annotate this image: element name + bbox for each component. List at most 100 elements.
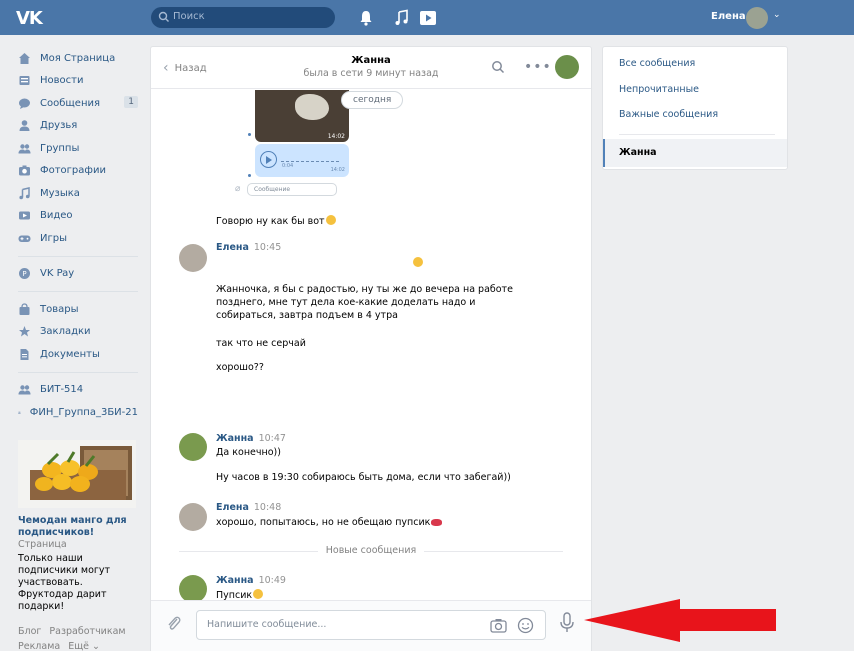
divider	[18, 371, 138, 373]
footer-link-developers[interactable]: Разработчикам	[49, 626, 125, 637]
friends-icon	[19, 120, 30, 132]
message-author[interactable]: Елена 10:48	[216, 502, 281, 513]
sidebar-item[interactable]: ФИН_Группа_3БИ-21	[18, 401, 138, 424]
date-pill: сегодня	[341, 91, 404, 109]
sidebar-item[interactable]: Моя Страница	[18, 47, 138, 70]
music-icon	[19, 186, 30, 200]
avatar[interactable]	[179, 503, 207, 531]
search-input[interactable]: Поиск	[151, 7, 335, 28]
avatar[interactable]	[746, 7, 768, 29]
sidebar-item-label: Видео	[40, 210, 73, 222]
sidebar-item[interactable]: Видео	[18, 205, 138, 228]
sidebar-item[interactable]: Сообщения 1	[18, 92, 138, 115]
sidebar-item-label: Группы	[40, 142, 80, 154]
chat-panel: ‹ Назад Жанна была в сети 9 минут назад …	[150, 46, 592, 651]
waveform[interactable]	[281, 154, 339, 162]
vk-logo[interactable]: VK	[16, 8, 43, 29]
footer-link-blog[interactable]: Блог	[18, 626, 41, 637]
groups-icon	[18, 144, 31, 154]
menu-all-messages[interactable]: Все сообщения	[619, 58, 695, 69]
camera-icon[interactable]	[490, 618, 507, 633]
message-text: хорошо??	[216, 362, 264, 373]
left-nav: Моя Страница Новости Сообщения 1 Друзья Групп…	[18, 47, 138, 424]
message-input[interactable]: Напишите сообщение...	[196, 610, 546, 640]
avatar[interactable]	[179, 244, 207, 272]
sidebar-item-label: БИТ-514	[40, 384, 84, 396]
message-author[interactable]: Жанна 10:49	[216, 575, 286, 586]
search-icon[interactable]	[491, 60, 505, 74]
sidebar-item[interactable]: Фотографии	[18, 160, 138, 183]
menu-important[interactable]: Важные сообщения	[619, 109, 718, 120]
avatar[interactable]	[179, 575, 207, 603]
sidebar-item[interactable]: БИТ-514	[18, 379, 138, 402]
avatar[interactable]	[555, 55, 579, 79]
active-dialog-label: Жанна	[619, 147, 657, 158]
message-author[interactable]: Елена 10:45	[216, 242, 281, 253]
sidebar-item[interactable]: Документы	[18, 343, 138, 366]
embedded-screenshot-input: ⌀ Сообщение	[235, 183, 345, 197]
chevron-down-icon[interactable]: ⌄	[773, 10, 781, 20]
play-icon[interactable]	[419, 9, 437, 27]
new-messages-separator: Новые сообщения	[151, 545, 591, 556]
footer-link-ads[interactable]: Реклама	[18, 641, 60, 651]
vkpay-icon: P	[19, 268, 30, 280]
documents-icon	[20, 348, 29, 360]
menu-unread[interactable]: Непрочитанные	[619, 84, 699, 95]
unread-badge: 1	[124, 96, 138, 108]
home-icon	[19, 52, 30, 64]
sidebar-item-label: Фотографии	[40, 165, 106, 177]
sidebar-item[interactable]: Друзья	[18, 115, 138, 138]
bell-icon[interactable]	[357, 9, 375, 27]
laugh-emoji-icon	[413, 257, 423, 267]
sidebar-ad[interactable]: Чемодан манго для подписчиков! Страница …	[18, 440, 136, 613]
sidebar-item[interactable]: Товары	[18, 298, 138, 321]
message-text: Говорю ну как бы вот	[216, 215, 536, 228]
music-icon[interactable]	[393, 9, 411, 27]
goods-icon	[19, 303, 30, 315]
sidebar-item-label: Закладки	[40, 326, 91, 338]
divider	[18, 255, 138, 257]
divider	[18, 291, 138, 292]
sidebar-item[interactable]: P VK Pay	[18, 263, 138, 286]
games-icon	[18, 235, 31, 242]
menu-active-dialog[interactable]: Жанна	[603, 139, 787, 167]
red-arrow-annotation	[584, 599, 776, 642]
emoji-icon[interactable]	[517, 617, 534, 634]
divider	[619, 134, 775, 135]
sidebar-item-label: Моя Страница	[40, 52, 116, 64]
message-text: так что не серчай	[216, 338, 306, 349]
photo-attachment[interactable]: 14:02	[255, 90, 349, 142]
sidebar-item-label: Игры	[40, 232, 67, 244]
messages-filter-menu: Все сообщения Непрочитанные Важные сообщ…	[602, 46, 788, 170]
sidebar-item[interactable]: Игры	[18, 227, 138, 250]
sidebar-item-label: Друзья	[40, 120, 78, 132]
message-text	[216, 257, 536, 270]
message-text: хорошо, попытаюсь, но не обещаю пупсик	[216, 516, 536, 529]
avatar[interactable]	[179, 433, 207, 461]
message-history[interactable]: 14:02 сегодня 0:04 14:02 ⌀ Сообщение Гов…	[151, 90, 591, 643]
message-author[interactable]: Жанна 10:47	[216, 433, 286, 444]
microphone-icon[interactable]	[559, 612, 575, 634]
svg-text:P: P	[22, 270, 26, 278]
sidebar-item[interactable]: Музыка	[18, 182, 138, 205]
paperclip-icon[interactable]	[166, 615, 182, 633]
search-placeholder: Поиск	[173, 11, 205, 22]
sidebar-item-label: ФИН_Группа_3БИ-21	[29, 406, 138, 418]
kiss-emoji-icon	[431, 519, 443, 526]
footer-links: Блог Разработчикам Реклама Ещё ⌄	[18, 624, 138, 651]
ad-subtitle: Страница	[18, 539, 67, 550]
bookmarks-icon	[19, 326, 30, 337]
more-icon[interactable]: •••	[524, 59, 552, 75]
sidebar-item[interactable]: Закладки	[18, 321, 138, 344]
sidebar-item-label: Сообщения	[40, 97, 101, 109]
footer-link-more[interactable]: Ещё ⌄	[68, 641, 100, 651]
ad-image[interactable]	[18, 440, 136, 508]
user-name[interactable]: Елена	[711, 11, 746, 22]
sidebar-item[interactable]: Новости	[18, 70, 138, 93]
voice-message[interactable]: 0:04 14:02	[255, 144, 349, 177]
message-text: Ну часов в 19:30 собираюсь быть дома, ес…	[216, 472, 511, 483]
ad-title[interactable]: Чемодан манго для подписчиков!	[18, 515, 136, 539]
photos-icon	[19, 165, 30, 176]
sidebar-item[interactable]: Группы	[18, 137, 138, 160]
chat-header: ‹ Назад Жанна была в сети 9 минут назад …	[151, 47, 591, 89]
